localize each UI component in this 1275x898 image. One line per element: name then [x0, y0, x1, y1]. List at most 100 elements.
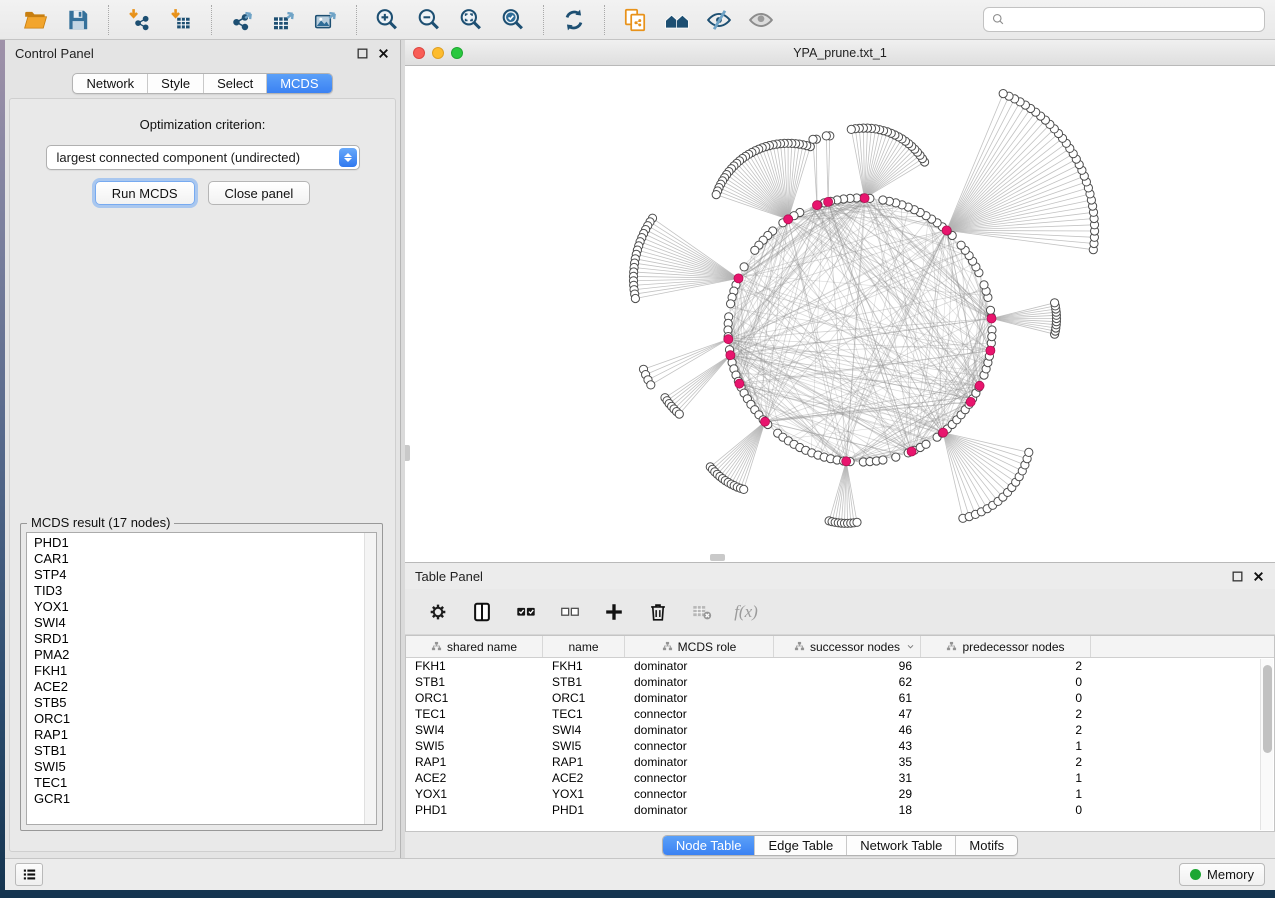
table-row[interactable]: RAP1RAP1dominator352 — [406, 754, 1274, 770]
network-canvas[interactable] — [405, 66, 1275, 562]
table-row[interactable]: SWI5SWI5connector431 — [406, 738, 1274, 754]
dominator-hub-node[interactable] — [966, 397, 975, 406]
dominator-hub-node[interactable] — [735, 379, 744, 388]
table-scrollbar[interactable] — [1260, 659, 1273, 830]
zoom-in-button[interactable] — [369, 4, 405, 36]
dominator-hub-node[interactable] — [860, 194, 869, 203]
mcds-result-node[interactable]: TEC1 — [34, 775, 376, 791]
tab-select[interactable]: Select — [203, 74, 266, 93]
mcds-result-node[interactable]: PMA2 — [34, 647, 376, 663]
tab-network-table[interactable]: Network Table — [846, 836, 955, 855]
zoom-selected-button[interactable] — [495, 4, 531, 36]
column-header-successor-nodes[interactable]: successor nodes — [774, 636, 921, 657]
column-header-name[interactable]: name — [543, 636, 625, 657]
dominator-hub-node[interactable] — [726, 351, 735, 360]
table-row[interactable]: YOX1YOX1connector291 — [406, 786, 1274, 802]
dominator-hub-node[interactable] — [824, 197, 833, 206]
dominator-hub-node[interactable] — [986, 346, 995, 355]
tab-style[interactable]: Style — [147, 74, 203, 93]
show-hide-columns-button[interactable] — [467, 597, 497, 627]
table-row[interactable]: STB1STB1dominator620 — [406, 674, 1274, 690]
export-network-button[interactable] — [224, 4, 260, 36]
mcds-result-node[interactable]: STB5 — [34, 695, 376, 711]
copy-network-button[interactable] — [617, 4, 653, 36]
resize-grip[interactable] — [405, 445, 410, 461]
mcds-result-node[interactable]: SWI5 — [34, 759, 376, 775]
zoom-out-button[interactable] — [411, 4, 447, 36]
tab-mcds[interactable]: MCDS — [266, 74, 331, 93]
tab-node-table[interactable]: Node Table — [663, 836, 755, 855]
column-header-MCDS-role[interactable]: MCDS role — [625, 636, 774, 657]
table-row[interactable]: TEC1TEC1connector472 — [406, 706, 1274, 722]
mcds-result-node[interactable]: RAP1 — [34, 727, 376, 743]
network-window-titlebar[interactable]: YPA_prune.txt_1 — [405, 40, 1275, 66]
float-panel-icon[interactable] — [1231, 570, 1244, 583]
tab-edge-table[interactable]: Edge Table — [754, 836, 846, 855]
dominator-hub-node[interactable] — [784, 215, 793, 224]
first-neighbors-button[interactable] — [659, 4, 695, 36]
dominator-hub-node[interactable] — [842, 457, 851, 466]
mcds-list-scrollbar[interactable] — [364, 533, 376, 824]
mcds-result-node[interactable]: PHD1 — [34, 535, 376, 551]
search-input[interactable] — [983, 7, 1265, 32]
node-table[interactable]: shared namenameMCDS rolesuccessor nodesp… — [405, 635, 1275, 832]
mcds-result-node[interactable]: ACE2 — [34, 679, 376, 695]
dominator-hub-node[interactable] — [987, 314, 996, 323]
table-row[interactable]: SWI4SWI4dominator462 — [406, 722, 1274, 738]
mcds-result-node[interactable]: CAR1 — [34, 551, 376, 567]
refresh-layout-button[interactable] — [556, 4, 592, 36]
search-field[interactable] — [1011, 12, 1257, 27]
deselect-all-button[interactable] — [555, 597, 585, 627]
close-panel-icon[interactable] — [1252, 570, 1265, 583]
tab-network[interactable]: Network — [73, 74, 147, 93]
export-image-button[interactable] — [308, 4, 344, 36]
save-session-button[interactable] — [60, 4, 96, 36]
dominator-hub-node[interactable] — [907, 447, 916, 456]
import-network-button[interactable] — [121, 4, 157, 36]
dominator-hub-node[interactable] — [734, 274, 743, 283]
resize-grip[interactable] — [710, 554, 725, 561]
mcds-result-list[interactable]: PHD1CAR1STP4TID3YOX1SWI4SRD1PMA2FKH1ACE2… — [26, 532, 377, 825]
dominator-hub-node[interactable] — [761, 417, 770, 426]
dominator-hub-node[interactable] — [724, 335, 733, 344]
import-table-button[interactable] — [163, 4, 199, 36]
hide-selected-button[interactable] — [701, 4, 737, 36]
show-all-button[interactable] — [743, 4, 779, 36]
run-mcds-button[interactable]: Run MCDS — [95, 181, 195, 205]
table-row[interactable]: PHD1PHD1dominator180 — [406, 802, 1274, 818]
zoom-fit-button[interactable] — [453, 4, 489, 36]
mcds-result-node[interactable]: ORC1 — [34, 711, 376, 727]
mcds-result-node[interactable]: TID3 — [34, 583, 376, 599]
mcds-result-node[interactable]: GCR1 — [34, 791, 376, 807]
close-panel-button[interactable]: Close panel — [208, 181, 311, 205]
column-header-predecessor-nodes[interactable]: predecessor nodes — [921, 636, 1091, 657]
task-history-button[interactable] — [15, 863, 43, 886]
open-session-button[interactable] — [18, 4, 54, 36]
memory-button[interactable]: Memory — [1179, 863, 1265, 886]
mcds-result-node[interactable]: YOX1 — [34, 599, 376, 615]
select-all-button[interactable] — [511, 597, 541, 627]
add-button[interactable] — [599, 597, 629, 627]
tab-motifs[interactable]: Motifs — [955, 836, 1017, 855]
mcds-result-node[interactable]: STP4 — [34, 567, 376, 583]
scrollbar-thumb[interactable] — [1263, 665, 1272, 753]
table-row[interactable]: ACE2ACE2connector311 — [406, 770, 1274, 786]
mcds-result-node[interactable]: STB1 — [34, 743, 376, 759]
column-header-shared-name[interactable]: shared name — [406, 636, 543, 657]
optimization-criterion-select[interactable]: largest connected component (undirected) — [46, 145, 360, 170]
network-graph[interactable] — [405, 66, 1275, 562]
dominator-hub-node[interactable] — [939, 428, 948, 437]
mcds-result-node[interactable]: SWI4 — [34, 615, 376, 631]
delete-button[interactable] — [643, 597, 673, 627]
mcds-result-node[interactable]: SRD1 — [34, 631, 376, 647]
export-table-button[interactable] — [266, 4, 302, 36]
dominator-hub-node[interactable] — [942, 226, 951, 235]
dominator-hub-node[interactable] — [975, 381, 984, 390]
table-row[interactable]: FKH1FKH1dominator962 — [406, 658, 1274, 674]
gear-button[interactable] — [423, 597, 453, 627]
close-panel-icon[interactable] — [377, 47, 390, 60]
dominator-hub-node[interactable] — [813, 201, 822, 210]
mcds-result-node[interactable]: FKH1 — [34, 663, 376, 679]
float-panel-icon[interactable] — [356, 47, 369, 60]
table-row[interactable]: ORC1ORC1dominator610 — [406, 690, 1274, 706]
